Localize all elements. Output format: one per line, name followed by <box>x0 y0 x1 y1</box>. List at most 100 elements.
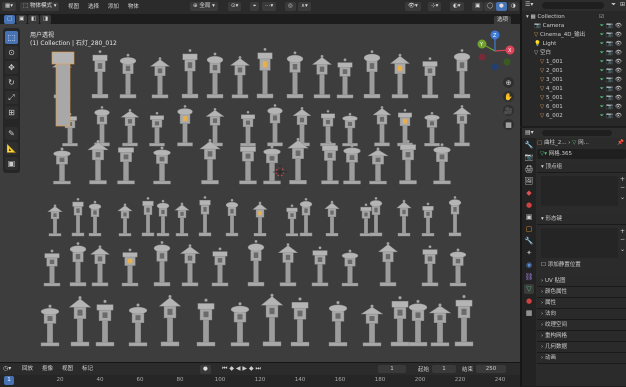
view-layer-tab-icon[interactable]: 🖼 <box>524 176 534 186</box>
filter-icon[interactable]: ⏷ <box>600 40 604 49</box>
rotate-tool-icon[interactable]: ↻ <box>5 76 18 89</box>
snap-dropdown[interactable]: ⋯▾ <box>262 2 277 11</box>
vg-add-icon[interactable]: + <box>620 176 625 183</box>
vertex-groups-panel-header[interactable]: ▾ 顶点组 <box>537 162 626 173</box>
play-reverse-icon[interactable]: ◀ <box>236 365 241 372</box>
collection-tab-icon[interactable]: ▣ <box>524 212 534 222</box>
lantern-object[interactable] <box>342 112 358 147</box>
render-camera-icon[interactable]: 📷 <box>606 22 613 31</box>
render-camera-icon[interactable]: 📷 <box>606 85 613 94</box>
outliner-row[interactable]: ▽ 4_001 ⏷ 📷 👁 <box>526 85 626 94</box>
lantern-object[interactable] <box>71 197 85 237</box>
texture-space-panel-header[interactable]: › 纹理空间 <box>537 320 626 331</box>
visibility-eye-icon[interactable]: 👁 <box>615 94 622 103</box>
lantern-object[interactable] <box>149 111 165 147</box>
lantern-object[interactable] <box>454 294 474 347</box>
lantern-object[interactable] <box>372 105 392 147</box>
end-frame-field[interactable]: 250 <box>476 365 506 373</box>
modifier-tab-icon[interactable]: 🔧 <box>524 236 534 246</box>
lantern-object[interactable] <box>311 54 333 99</box>
jump-end-icon[interactable]: ⏭ <box>256 365 261 372</box>
visibility-eye-icon[interactable]: 👁 <box>615 49 622 58</box>
normals-panel-header[interactable]: › 法向 <box>537 309 626 320</box>
lantern-object[interactable] <box>290 297 310 347</box>
start-frame-field[interactable]: 1 <box>432 365 456 373</box>
exclude-checkbox[interactable]: ☑ <box>599 13 604 22</box>
properties-search-input[interactable] <box>542 130 612 136</box>
camera-view-icon[interactable]: 🎥 <box>503 105 514 116</box>
lantern-object[interactable] <box>225 198 239 237</box>
mesh-datablock-field[interactable]: ▽▾ 网格.365 <box>537 149 626 159</box>
lantern-object[interactable] <box>153 240 171 287</box>
texture-tab-icon[interactable]: ▦ <box>524 308 534 318</box>
timeline-editor-icon[interactable]: ◷▾ <box>3 365 11 372</box>
filter-icon[interactable]: ⏷ <box>600 112 604 121</box>
visibility-eye-icon[interactable]: 👁 <box>615 76 622 85</box>
orientation-dropdown[interactable]: ⊕ 全局 ▾ <box>190 2 218 11</box>
move-tool-icon[interactable]: ✥ <box>5 61 18 74</box>
lantern-object[interactable] <box>286 51 304 99</box>
output-tab-icon[interactable]: 🖨 <box>524 164 534 174</box>
lantern-object[interactable] <box>453 49 471 99</box>
visibility-eye-icon[interactable]: 👁 <box>615 40 622 49</box>
lantern-object[interactable] <box>321 141 339 185</box>
select-box-mode[interactable]: ▢ <box>4 15 16 24</box>
filter-icon[interactable]: ⏷ <box>600 94 604 103</box>
lantern-object[interactable] <box>328 300 348 347</box>
play-icon[interactable]: ▶ <box>242 365 247 372</box>
breadcrumb-object[interactable]: 曲柱_2... <box>544 140 567 146</box>
lantern-object[interactable] <box>363 50 381 99</box>
outliner-row[interactable]: ▽ 3_001 ⏷ 📷 👁 <box>526 76 626 85</box>
lantern-object[interactable] <box>252 201 268 237</box>
filter-icon[interactable]: ⏷ <box>600 76 604 85</box>
lantern-object[interactable] <box>43 249 61 287</box>
current-frame-field[interactable]: 1 <box>378 365 406 373</box>
falloff-dropdown[interactable]: ∧▾ <box>298 2 311 11</box>
lantern-object[interactable] <box>69 242 87 287</box>
constraints-tab-icon[interactable]: ⛓ <box>524 272 534 282</box>
lantern-object[interactable] <box>377 242 399 287</box>
lantern-object[interactable] <box>263 145 281 185</box>
object-tab-icon[interactable]: ▢ <box>524 224 534 234</box>
lantern-object[interactable] <box>421 202 435 237</box>
lantern-object[interactable] <box>277 243 299 287</box>
lantern-object[interactable] <box>141 197 155 237</box>
next-key-icon[interactable]: ◆ <box>249 365 254 372</box>
lantern-object[interactable] <box>424 111 440 147</box>
scale-tool-icon[interactable]: ⤢ <box>5 91 18 104</box>
lantern-object[interactable] <box>448 196 462 237</box>
lantern-object[interactable] <box>320 109 336 147</box>
lantern-object[interactable] <box>311 246 329 287</box>
new-collection-icon[interactable]: ⊞ <box>620 1 625 8</box>
lantern-object[interactable] <box>91 50 109 99</box>
menu-add[interactable]: 添加 <box>108 1 119 13</box>
shape-keys-list[interactable]: + − ⌄ <box>541 228 625 258</box>
outliner-search-input[interactable] <box>542 2 604 9</box>
physics-tab-icon[interactable]: ◉ <box>524 260 534 270</box>
lantern-object[interactable] <box>421 245 439 287</box>
render-camera-icon[interactable]: 📷 <box>606 49 613 58</box>
lantern-object[interactable] <box>53 147 71 185</box>
vg-remove-icon[interactable]: − <box>620 184 625 191</box>
transform-tool-icon[interactable]: ⊞ <box>5 106 18 119</box>
pan-hand-icon[interactable]: ✋ <box>503 91 514 102</box>
lantern-object[interactable] <box>239 142 257 185</box>
select-subtract-mode[interactable]: ◧ <box>28 15 40 24</box>
uv-maps-panel-header[interactable]: › UV 贴图 <box>537 276 626 287</box>
lantern-object[interactable] <box>117 143 135 185</box>
render-camera-icon[interactable]: 📷 <box>606 31 613 40</box>
select-extend-mode[interactable]: ▣ <box>16 15 28 24</box>
properties-editor-icon[interactable]: ▤▾ <box>525 129 534 136</box>
render-camera-icon[interactable]: 📷 <box>606 40 613 49</box>
lantern-object[interactable] <box>153 146 171 185</box>
lantern-object[interactable] <box>324 200 340 237</box>
timeline-menu-marker[interactable]: 标记 <box>82 363 93 375</box>
data-tab-icon[interactable]: ▽ <box>524 284 534 294</box>
lantern-object[interactable] <box>396 199 412 237</box>
lantern-object[interactable] <box>367 147 389 185</box>
outliner-row[interactable]: ▽ 5_001 ⏷ 📷 👁 <box>526 94 626 103</box>
world-tab-icon[interactable]: ● <box>524 200 534 210</box>
shape-keys-panel-header[interactable]: ▾ 形态键 <box>537 214 626 225</box>
render-camera-icon[interactable]: 📷 <box>606 67 613 76</box>
visibility-eye-icon[interactable]: 👁 <box>615 112 622 121</box>
